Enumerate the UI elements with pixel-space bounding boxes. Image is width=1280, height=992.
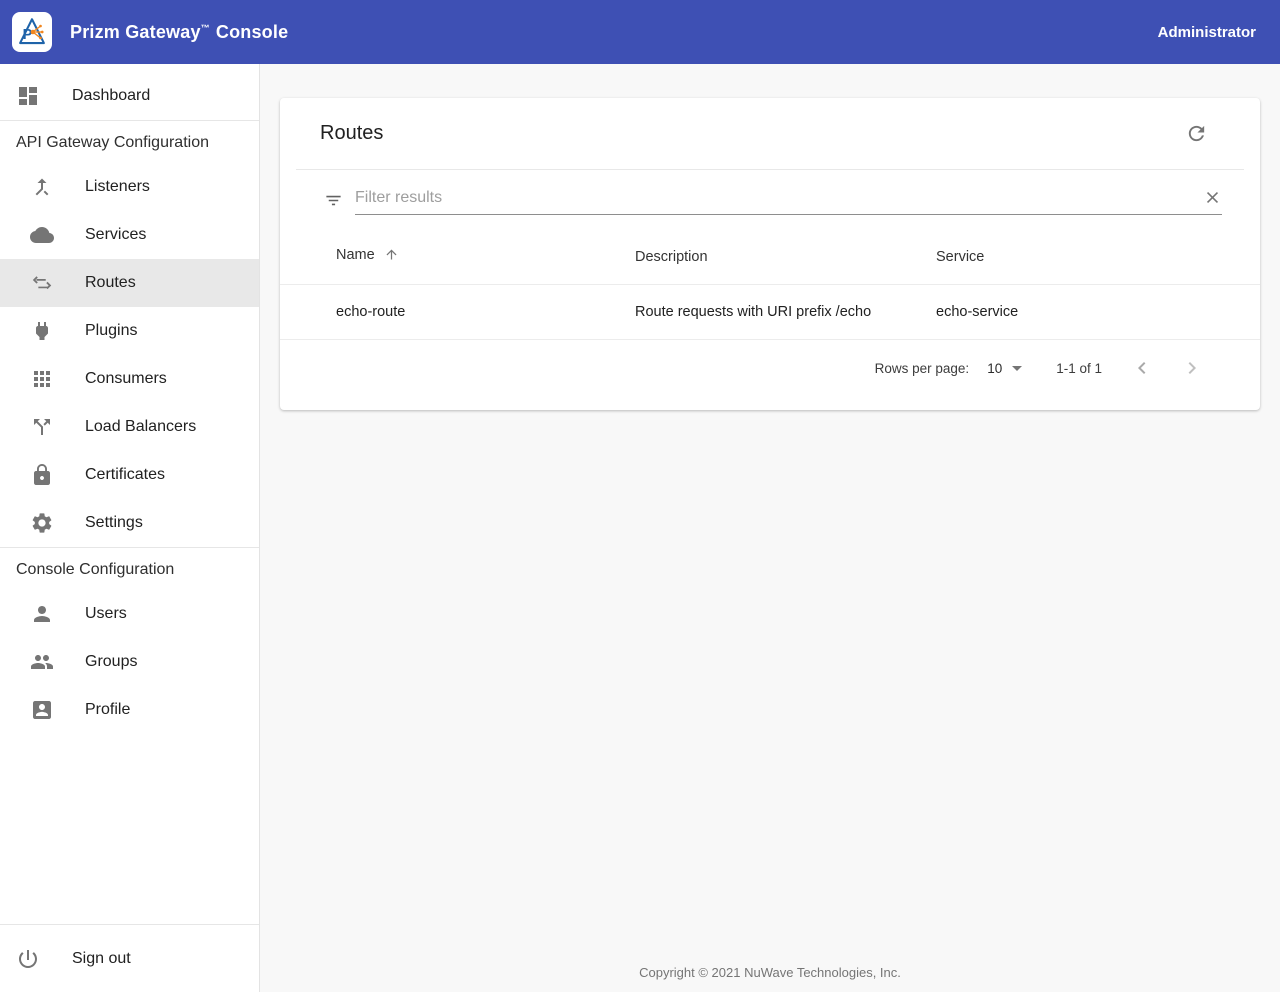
sidebar-item-users[interactable]: Users [0,590,259,638]
sidebar-item-label: Plugins [85,322,138,339]
people-icon [30,650,54,674]
previous-page-button[interactable] [1130,356,1154,380]
paginator: Rows per page: 10 1-1 of 1 [280,340,1260,380]
rows-per-page-select[interactable]: 10 [987,360,1023,376]
rows-per-page-value: 10 [987,360,1003,376]
chevron-right-icon [1180,356,1204,380]
sidebar-item-label: Listeners [85,178,150,195]
sidebar-item-certificates[interactable]: Certificates [0,451,259,499]
sidebar-item-routes[interactable]: Routes [0,259,259,307]
sidebar-item-label: Routes [85,274,136,291]
card-header: Routes [280,98,1260,169]
sidebar-item-label: Settings [85,514,143,531]
apps-grid-icon [30,367,54,391]
gear-icon [30,511,54,535]
dropdown-caret-icon [1012,365,1023,371]
prism-logo-icon: P [19,18,45,45]
refresh-icon [1185,122,1208,145]
cell-route-description: Route requests with URI prefix /echo [635,284,936,340]
sidebar-nav: Dashboard API Gateway Configuration List… [0,64,260,992]
cloud-icon [30,223,54,247]
lock-icon [30,463,54,487]
rows-per-page-label: Rows per page: [874,360,970,376]
main-content: Routes Filter results Name Description S… [260,64,1280,992]
sidebar-item-groups[interactable]: Groups [0,638,259,686]
person-icon [30,602,54,626]
sidebar-item-label: Profile [85,701,131,718]
sidebar-item-label: Load Balancers [85,418,197,435]
table-row[interactable]: echo-route Route requests with URI prefi… [280,284,1260,340]
call-split-icon [30,415,54,439]
sidebar-item-services[interactable]: Services [0,211,259,259]
top-app-bar: P Prizm Gateway™ Console Administrator [0,0,1280,64]
sidebar-item-consumers[interactable]: Consumers [0,355,259,403]
cell-route-service: echo-service [936,284,1260,340]
page-range-label: 1-1 of 1 [1056,360,1102,376]
sidebar-item-label: Dashboard [72,87,151,104]
sign-out-label: Sign out [72,950,131,967]
current-user-label: Administrator [1157,23,1256,41]
copyright-footer: Copyright © 2021 NuWave Technologies, In… [639,965,901,980]
chevron-left-icon [1130,356,1154,380]
signout-section: Sign out [0,924,259,992]
sidebar-item-label: Groups [85,653,138,670]
sidebar-item-profile[interactable]: Profile [0,686,259,734]
clear-filter-button[interactable] [1203,188,1222,207]
filter-row [280,170,1260,215]
sidebar-item-label: Certificates [85,466,166,483]
sidebar-item-label: Users [85,605,127,622]
contact-card-icon [30,698,54,722]
sign-out-button[interactable]: Sign out [0,935,259,983]
table-header-row: Name Description Service [280,221,1260,285]
routes-card: Routes Filter results Name Description S… [280,98,1260,410]
routes-table: Name Description Service echo-route Rout… [280,221,1260,340]
app-title: Prizm Gateway™ Console [70,22,288,43]
filter-field [355,188,1222,215]
close-icon [1203,188,1222,207]
sidebar-item-plugins[interactable]: Plugins [0,307,259,355]
sidebar-item-dashboard[interactable]: Dashboard [0,72,259,120]
merge-icon [30,175,54,199]
swap-arrows-icon [30,271,54,295]
cell-route-name: echo-route [280,284,635,340]
refresh-button[interactable] [1185,122,1208,145]
svg-text:P: P [23,27,33,43]
prizm-logo: P [12,12,52,52]
section-title-api-gateway: API Gateway Configuration [16,134,209,151]
section-title-console-config: Console Configuration [16,561,175,578]
sidebar-item-settings[interactable]: Settings [0,499,259,547]
trademark-symbol: ™ [200,22,210,33]
filter-icon [324,191,343,210]
plug-icon [30,319,54,343]
app-title-main: Prizm Gateway [70,21,201,42]
dashboard-icon [16,84,40,108]
app-title-suffix: Console [215,21,289,42]
column-header-service[interactable]: Service [936,221,1260,285]
sidebar-item-load-balancers[interactable]: Load Balancers [0,403,259,451]
filter-input[interactable] [355,188,1203,207]
sort-ascending-icon [384,249,399,266]
sidebar-item-label: Services [85,226,147,243]
sidebar-item-label: Consumers [85,370,167,387]
column-header-description[interactable]: Description [635,221,936,285]
page-title: Routes [320,122,384,144]
column-header-name[interactable]: Name [280,221,635,285]
next-page-button[interactable] [1180,356,1204,380]
power-icon [16,947,40,971]
sidebar-item-listeners[interactable]: Listeners [0,163,259,211]
